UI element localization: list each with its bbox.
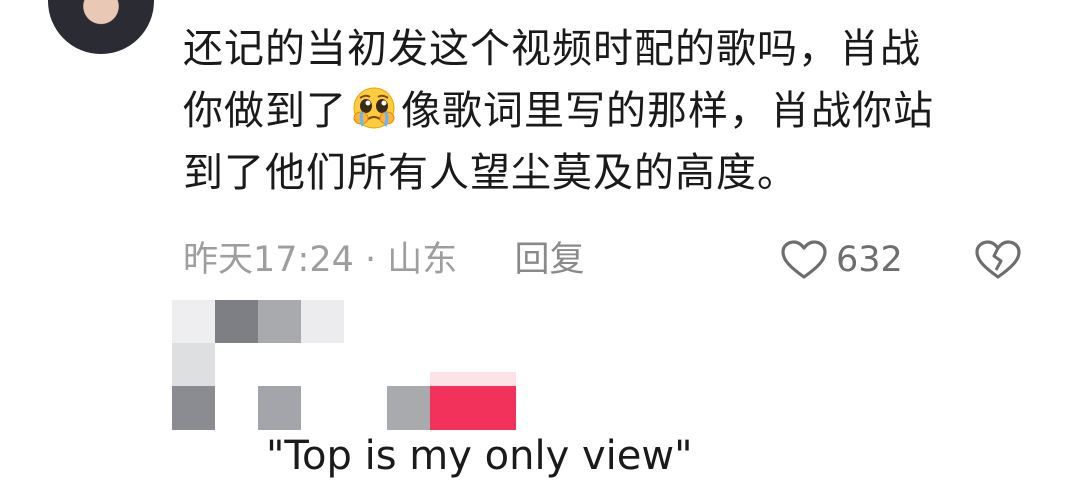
like-button[interactable]: 632 [780, 236, 903, 284]
heart-icon [781, 240, 827, 279]
mosaic-cell [387, 386, 430, 430]
mosaic-cell [215, 300, 258, 343]
meta-separator: · [365, 240, 377, 280]
comment-text: 还记的当初发这个视频时配的歌吗，肖战 你做到了 像歌词里写的那样，肖战你站 到了… [183, 18, 1043, 204]
avatar[interactable] [48, 0, 154, 54]
comment-line-3: 到了他们所有人望尘莫及的高度。 [183, 150, 798, 196]
comment-line-2b: 像歌词里写的那样，肖战你站 [401, 88, 934, 134]
broken-heart-icon [975, 240, 1021, 279]
comment-line-2a: 你做到了 [183, 88, 347, 134]
pixelated-censor-block [172, 300, 516, 430]
mosaic-cell [258, 300, 301, 343]
mosaic-cell [172, 343, 215, 386]
comment-line-1: 还记的当初发这个视频时配的歌吗，肖战 [183, 26, 921, 72]
mosaic-cell-accent [430, 386, 516, 430]
mosaic-cell [301, 300, 344, 343]
mosaic-cell [172, 300, 215, 343]
pleading-face-emoji-icon [348, 86, 400, 130]
comment-line-2: 你做到了 像歌词里写的那样，肖战你站 [183, 80, 1043, 142]
like-count: 632 [836, 240, 903, 280]
comment-location: 山东 [387, 240, 458, 280]
dislike-button[interactable] [974, 236, 1022, 284]
mosaic-cell [172, 386, 215, 430]
reply-button[interactable]: 回复 [514, 240, 584, 280]
comment-time: 昨天17:24 [183, 240, 354, 280]
quoted-text: "Top is my only view" [266, 433, 693, 479]
comment-meta: 昨天17:24 · 山东 回复 [183, 236, 584, 284]
mosaic-cell [258, 386, 301, 430]
mosaic-cell [430, 372, 516, 386]
